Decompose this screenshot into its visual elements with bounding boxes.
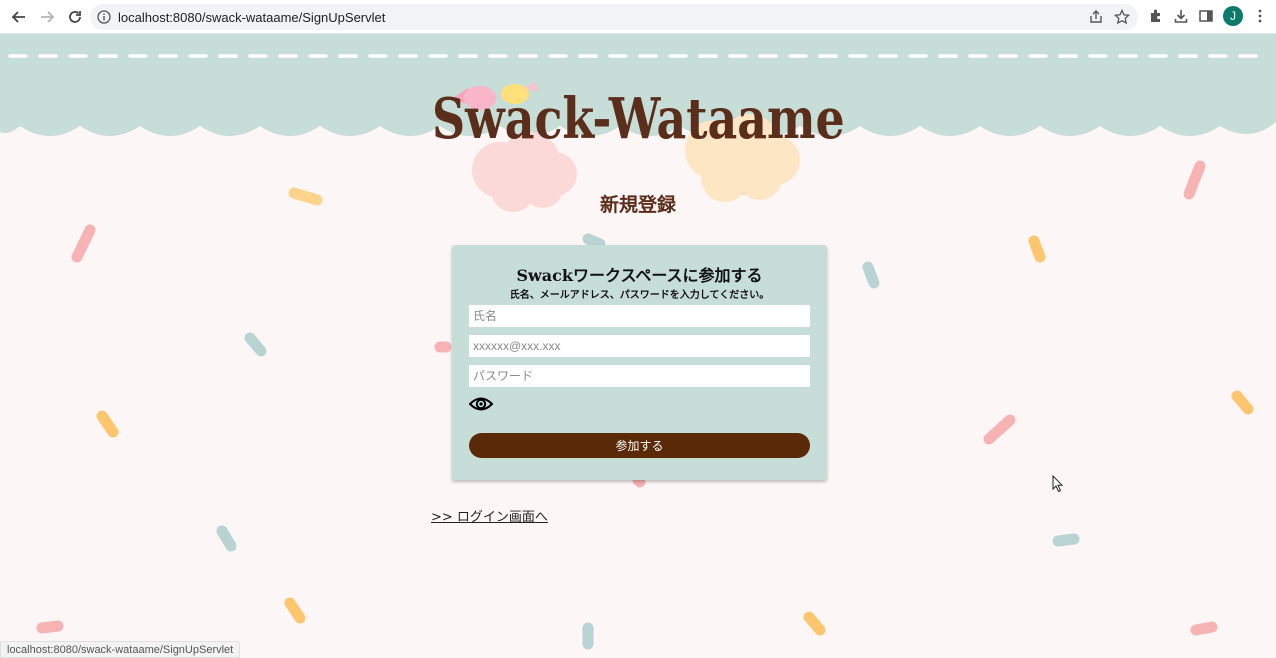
info-icon[interactable]	[97, 10, 111, 24]
signup-form-card: Swackワークスペースに参加する 氏名、メールアドレス、パスワードを入力してく…	[452, 245, 827, 480]
url-text: localhost:8080/swack-wataame/SignUpServl…	[118, 9, 386, 25]
browser-toolbar: localhost:8080/swack-wataame/SignUpServl…	[0, 0, 1276, 34]
status-bar-url: localhost:8080/swack-wataame/SignUpServl…	[0, 641, 241, 658]
eye-icon[interactable]	[469, 395, 493, 413]
address-bar[interactable]: localhost:8080/swack-wataame/SignUpServl…	[90, 4, 1138, 30]
side-panel-icon[interactable]	[1198, 8, 1214, 24]
share-icon[interactable]	[1088, 9, 1104, 25]
download-icon[interactable]	[1173, 8, 1189, 24]
extensions-icon[interactable]	[1148, 8, 1164, 24]
forward-button[interactable]	[34, 4, 60, 30]
logo: Swack-Wataame	[432, 86, 845, 152]
arrow-left-icon	[11, 10, 25, 23]
join-button[interactable]: 参加する	[469, 433, 810, 458]
page: Swack-Wataame 新規登録 Swackワークスペースに参加する 氏名、…	[0, 34, 1276, 658]
form-instructions: 氏名、メールアドレス、パスワードを入力してください。	[509, 290, 770, 301]
reload-icon	[69, 10, 81, 23]
login-page-link[interactable]: >> ログイン画面へ	[431, 506, 548, 525]
name-input[interactable]	[469, 305, 810, 327]
page-title: 新規登録	[599, 194, 676, 216]
form-title: Swackワークスペースに参加する	[516, 266, 763, 285]
back-button[interactable]	[6, 4, 32, 30]
more-menu-icon[interactable]	[1252, 8, 1268, 24]
email-input[interactable]	[469, 335, 810, 357]
reload-button[interactable]	[62, 4, 88, 30]
password-input[interactable]	[469, 365, 810, 387]
arrow-right-icon	[41, 10, 55, 23]
mouse-cursor-icon	[1052, 475, 1064, 493]
bookmark-star-icon[interactable]	[1114, 9, 1130, 25]
profile-avatar[interactable]: J	[1223, 6, 1243, 26]
